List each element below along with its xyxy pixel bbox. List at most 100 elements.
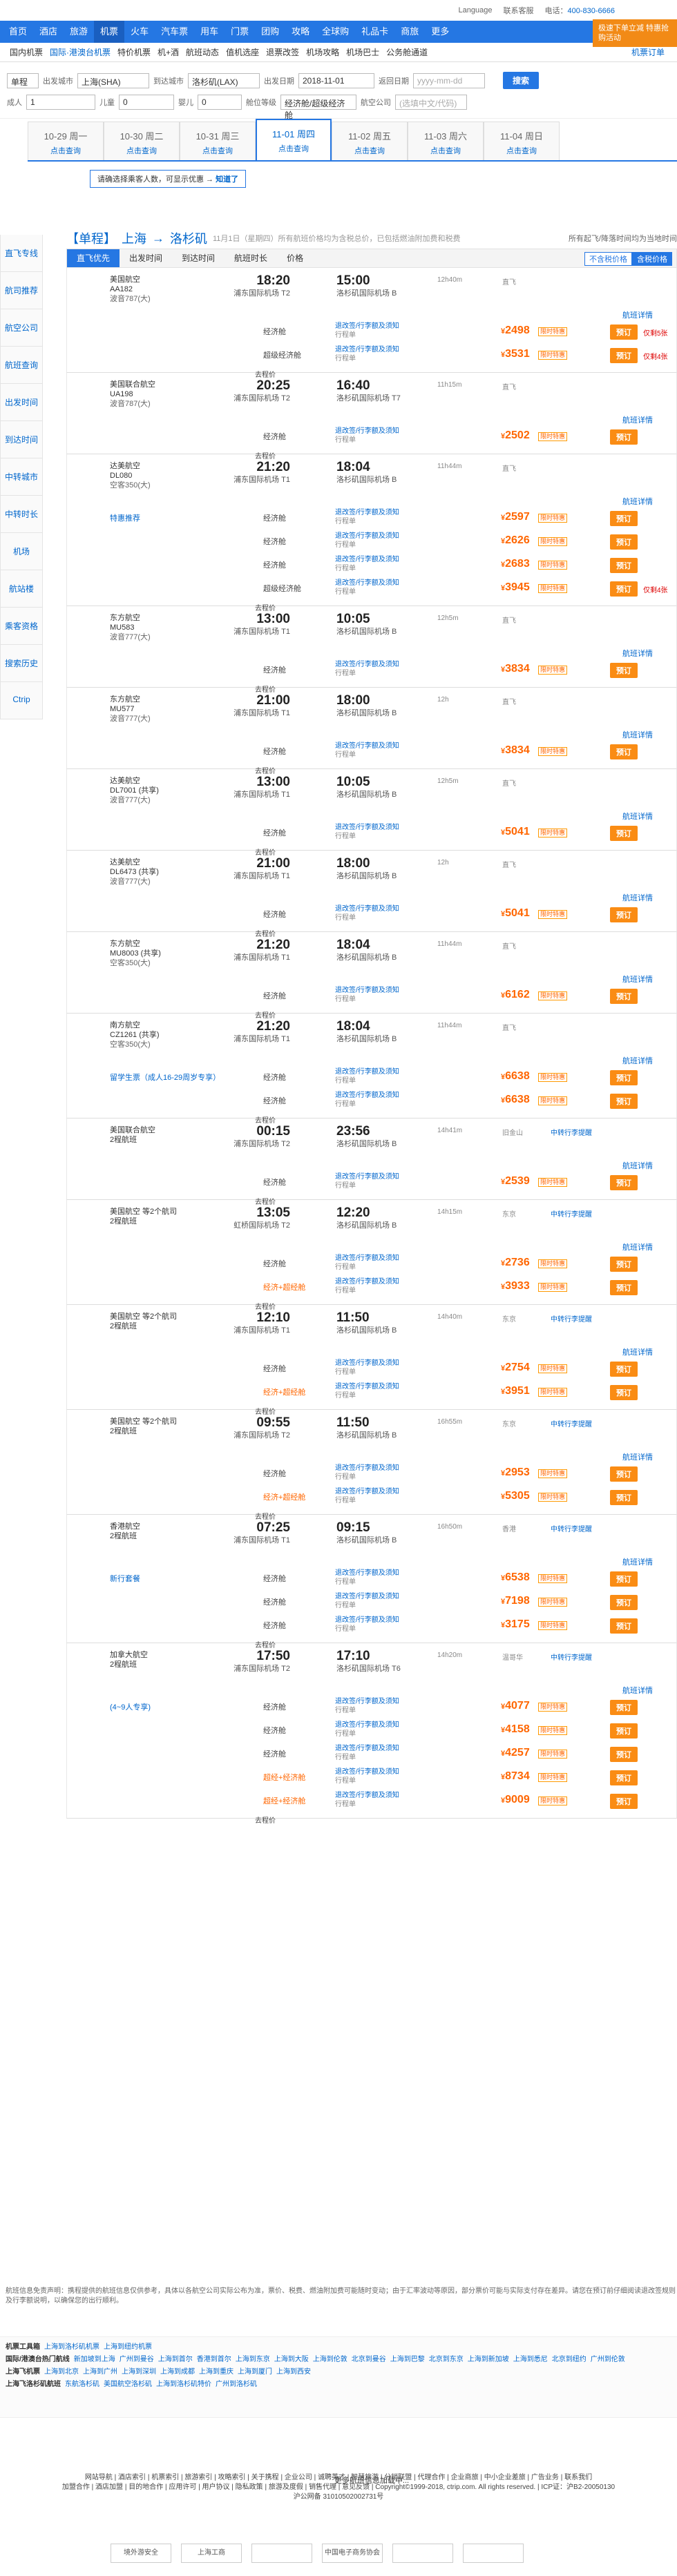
transfer-baggage-link[interactable]: 中转行李提醒 (551, 1523, 592, 1533)
seo-link[interactable]: 东航洛杉矶 (65, 2381, 99, 2388)
flight-detail-link[interactable]: 航班详情 (622, 648, 653, 659)
book-button[interactable]: 预订 (610, 1175, 638, 1190)
seo-link[interactable]: 北京到纽约 (552, 2356, 587, 2363)
book-button[interactable]: 预订 (610, 1362, 638, 1377)
seo-link[interactable]: 北京到东京 (429, 2356, 464, 2363)
seo-link[interactable]: 上海到悉尼 (513, 2356, 548, 2363)
flight-number[interactable]: UA198 (110, 389, 186, 399)
refund-policy-link[interactable]: 退改签/行李额及须知 (335, 742, 399, 750)
flight-orders-link[interactable]: 机票订单 (629, 46, 667, 58)
flight-detail-link[interactable]: 航班详情 (622, 729, 653, 740)
transfer-baggage-link[interactable]: 中转行李提醒 (551, 1127, 592, 1137)
book-button[interactable]: 预订 (610, 1070, 638, 1085)
date-tab[interactable]: 10-30 周二 点击查询 (104, 122, 180, 160)
seo-link[interactable]: 上海到伦敦 (313, 2356, 347, 2363)
flight-number[interactable]: MU577 (110, 704, 186, 714)
nav-item[interactable]: 礼品卡 (355, 21, 394, 43)
book-button[interactable]: 预订 (610, 1490, 638, 1505)
seo-link[interactable]: 上海到厦门 (238, 2368, 272, 2376)
airline-input[interactable]: (选填中文/代码) (395, 95, 467, 110)
book-button[interactable]: 预订 (610, 1700, 638, 1715)
book-button[interactable]: 预订 (610, 348, 638, 363)
flight-detail-link[interactable]: 航班详情 (622, 414, 653, 425)
trust-badge[interactable] (251, 2544, 312, 2563)
sidebar-item[interactable]: 机场 (0, 533, 43, 570)
book-button[interactable]: 预订 (610, 1094, 638, 1109)
refund-policy-link[interactable]: 退改签/行李额及须知 (335, 555, 399, 564)
sort-option[interactable]: 直飞优先 (67, 249, 120, 267)
seo-link[interactable]: 上海到东京 (236, 2356, 270, 2363)
date-tab-query[interactable]: 点击查询 (180, 145, 255, 156)
flight-number[interactable]: 2程航班 (110, 1321, 186, 1331)
seo-link[interactable]: 上海到重庆 (199, 2368, 233, 2376)
flight-detail-link[interactable]: 航班详情 (622, 309, 653, 320)
refund-policy-link[interactable]: 退改签/行李额及须知 (335, 1067, 399, 1076)
refund-policy-link[interactable]: 退改签/行李额及须知 (335, 579, 399, 588)
subnav-item[interactable]: 退票改签 (263, 46, 302, 58)
sidebar-item[interactable]: 到达时间 (0, 421, 43, 458)
flight-detail-link[interactable]: 航班详情 (622, 1160, 653, 1171)
transfer-baggage-link[interactable]: 中转行李提醒 (551, 1418, 592, 1429)
refund-policy-link[interactable]: 退改签/行李额及须知 (335, 1464, 399, 1473)
refund-policy-link[interactable]: 退改签/行李额及须知 (335, 1091, 399, 1100)
sidebar-item[interactable]: 航班查询 (0, 347, 43, 384)
nav-item[interactable]: 团购 (255, 21, 285, 43)
subnav-item[interactable]: 机场攻略 (303, 46, 342, 58)
seo-link[interactable]: 香港到首尔 (197, 2356, 231, 2363)
subnav-item[interactable]: 国际·港澳台机票 (47, 46, 113, 58)
transfer-baggage-link[interactable]: 中转行李提醒 (551, 1208, 592, 1219)
transfer-baggage-link[interactable]: 中转行李提醒 (551, 1652, 592, 1662)
book-button[interactable]: 预订 (610, 1257, 638, 1272)
book-button[interactable]: 预订 (610, 1794, 638, 1809)
nav-item[interactable]: 火车 (124, 21, 155, 43)
seo-link[interactable]: 北京到曼谷 (352, 2356, 386, 2363)
child-count[interactable]: 0 (119, 95, 174, 110)
date-tab[interactable]: 11-01 周四 点击查询 (256, 119, 332, 160)
flight-number[interactable]: 2程航班 (110, 1426, 186, 1436)
date-tab[interactable]: 11-04 周日 点击查询 (484, 122, 560, 160)
book-button[interactable]: 预订 (610, 1571, 638, 1587)
nav-item[interactable]: 机票 (94, 21, 125, 43)
sort-option[interactable]: 到达时间 (172, 249, 225, 267)
depart-date-input[interactable]: 2018-11-01 (298, 72, 374, 88)
more-fares-link[interactable]: 去程价 (255, 1814, 276, 1825)
nav-item[interactable]: 商旅 (394, 21, 425, 43)
flight-number[interactable]: DL080 (110, 471, 186, 481)
seo-link[interactable]: 上海到新加坡 (468, 2356, 509, 2363)
book-button[interactable]: 预订 (610, 558, 638, 573)
sidebar-item[interactable]: 航空公司 (0, 309, 43, 347)
nav-item[interactable]: 用车 (194, 21, 225, 43)
language-link[interactable]: Language (459, 6, 493, 14)
subnav-item[interactable]: 特价机票 (115, 46, 153, 58)
date-tab-query[interactable]: 点击查询 (28, 145, 103, 156)
sidebar-item[interactable]: 出发时间 (0, 384, 43, 421)
sidebar-item[interactable]: 直飞专线 (0, 235, 43, 272)
subnav-item[interactable]: 机+酒 (155, 46, 182, 58)
trust-badge[interactable] (463, 2544, 524, 2563)
nav-item[interactable]: 门票 (225, 21, 255, 43)
book-button[interactable]: 预订 (610, 1280, 638, 1295)
sidebar-item[interactable]: Ctrip (0, 682, 43, 719)
flight-detail-link[interactable]: 航班详情 (622, 811, 653, 822)
trust-badge[interactable]: 境外游安全 (111, 2544, 171, 2563)
seo-link[interactable]: 上海到洛杉矶机票 (44, 2343, 99, 2351)
from-city-input[interactable]: 上海(SHA) (77, 72, 149, 88)
price-toggle-option[interactable]: 不含税价格 (584, 252, 632, 266)
flight-detail-link[interactable]: 航班详情 (622, 1685, 653, 1696)
book-button[interactable]: 预订 (610, 1618, 638, 1634)
date-tab[interactable]: 11-02 周五 点击查询 (332, 122, 408, 160)
refund-policy-link[interactable]: 退改签/行李额及须知 (335, 1768, 399, 1776)
flight-number[interactable]: 2程航班 (110, 1135, 186, 1145)
refund-policy-link[interactable]: 退改签/行李额及须知 (335, 322, 399, 331)
subnav-item[interactable]: 值机选座 (223, 46, 262, 58)
flight-number[interactable]: 2程航班 (110, 1217, 186, 1226)
price-toggle-option[interactable]: 含税价格 (632, 252, 672, 266)
book-button[interactable]: 预订 (610, 1723, 638, 1739)
seo-link[interactable]: 上海到西安 (276, 2368, 311, 2376)
book-button[interactable]: 预订 (610, 429, 638, 445)
subnav-item[interactable]: 公务舱通道 (383, 46, 430, 58)
book-button[interactable]: 预订 (610, 744, 638, 759)
refund-policy-link[interactable]: 退改签/行李额及须知 (335, 1172, 399, 1181)
flight-number[interactable]: AA182 (110, 284, 186, 294)
flight-detail-link[interactable]: 航班详情 (622, 1451, 653, 1462)
